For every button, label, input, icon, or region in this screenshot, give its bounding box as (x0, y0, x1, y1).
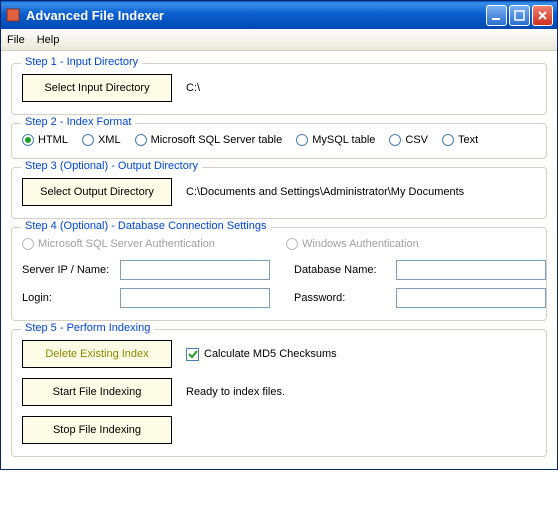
login-input[interactable] (120, 288, 270, 308)
menu-file[interactable]: File (7, 34, 25, 46)
step5-title: Step 5 - Perform Indexing (21, 322, 154, 334)
app-window: Advanced File Indexer File Help Step 1 -… (0, 0, 558, 470)
format-xml-radio[interactable]: XML (82, 134, 121, 146)
titlebar: Advanced File Indexer (1, 1, 557, 29)
indexing-status: Ready to index files. (186, 386, 285, 398)
output-directory-path: C:\Documents and Settings\Administrator\… (186, 186, 464, 198)
format-mssql-label: Microsoft SQL Server table (151, 134, 283, 146)
auth-sql-radio: Microsoft SQL Server Authentication (22, 238, 272, 250)
app-icon (5, 7, 21, 23)
format-mysql-radio[interactable]: MySQL table (296, 134, 375, 146)
format-text-radio[interactable]: Text (442, 134, 478, 146)
select-output-directory-button[interactable]: Select Output Directory (22, 178, 172, 206)
step5-group: Step 5 - Perform Indexing Delete Existin… (11, 329, 547, 457)
format-text-label: Text (458, 134, 478, 146)
step1-title: Step 1 - Input Directory (21, 56, 142, 68)
start-file-indexing-button[interactable]: Start File Indexing (22, 378, 172, 406)
auth-windows-radio: Windows Authentication (286, 238, 536, 250)
stop-file-indexing-button[interactable]: Stop File Indexing (22, 416, 172, 444)
window-controls (486, 5, 553, 26)
menu-help[interactable]: Help (37, 34, 60, 46)
check-icon (188, 349, 198, 359)
close-button[interactable] (532, 5, 553, 26)
md5-label: Calculate MD5 Checksums (204, 348, 337, 360)
format-mssql-radio[interactable]: Microsoft SQL Server table (135, 134, 283, 146)
input-directory-path: C:\ (186, 82, 200, 94)
format-html-radio[interactable]: HTML (22, 134, 68, 146)
format-xml-label: XML (98, 134, 121, 146)
minimize-button[interactable] (486, 5, 507, 26)
maximize-button[interactable] (509, 5, 530, 26)
step2-title: Step 2 - Index Format (21, 116, 135, 128)
format-csv-label: CSV (405, 134, 428, 146)
format-html-label: HTML (38, 134, 68, 146)
server-label: Server IP / Name: (22, 264, 114, 276)
select-input-directory-button[interactable]: Select Input Directory (22, 74, 172, 102)
menubar: File Help (1, 29, 557, 51)
auth-sql-label: Microsoft SQL Server Authentication (38, 238, 215, 250)
md5-checkbox[interactable]: Calculate MD5 Checksums (186, 348, 337, 361)
step1-group: Step 1 - Input Directory Select Input Di… (11, 63, 547, 115)
server-input[interactable] (120, 260, 270, 280)
step2-group: Step 2 - Index Format HTML XML Microsoft… (11, 123, 547, 159)
dbname-label: Database Name: (294, 264, 390, 276)
window-title: Advanced File Indexer (26, 8, 486, 23)
step4-group: Step 4 (Optional) - Database Connection … (11, 227, 547, 321)
step3-group: Step 3 (Optional) - Output Directory Sel… (11, 167, 547, 219)
step4-title: Step 4 (Optional) - Database Connection … (21, 220, 271, 232)
step3-title: Step 3 (Optional) - Output Directory (21, 160, 202, 172)
dbname-input[interactable] (396, 260, 546, 280)
auth-windows-label: Windows Authentication (302, 238, 419, 250)
password-input[interactable] (396, 288, 546, 308)
delete-existing-index-button[interactable]: Delete Existing Index (22, 340, 172, 368)
content: Step 1 - Input Directory Select Input Di… (1, 51, 557, 469)
password-label: Password: (294, 292, 390, 304)
format-csv-radio[interactable]: CSV (389, 134, 428, 146)
format-mysql-label: MySQL table (312, 134, 375, 146)
login-label: Login: (22, 292, 114, 304)
